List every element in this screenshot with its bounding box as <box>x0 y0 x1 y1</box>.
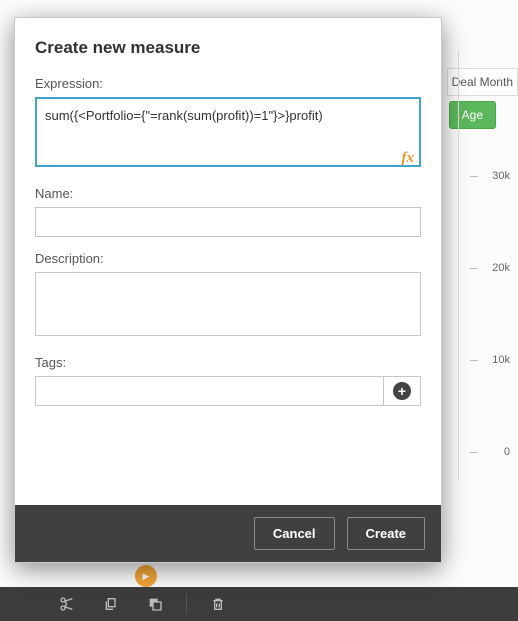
dialog-footer: Cancel Create <box>15 505 441 562</box>
expression-label: Expression: <box>35 76 421 91</box>
name-label: Name: <box>35 186 421 201</box>
fx-button[interactable]: fx <box>402 150 415 167</box>
plus-icon: + <box>393 382 411 400</box>
create-measure-dialog: Create new measure Expression: fx Name: … <box>14 17 442 563</box>
name-input[interactable] <box>35 207 421 237</box>
tags-input[interactable] <box>35 376 383 406</box>
add-tag-button[interactable]: + <box>383 376 421 406</box>
expression-input[interactable] <box>35 97 421 167</box>
description-label: Description: <box>35 251 421 266</box>
modal-overlay: Create new measure Expression: fx Name: … <box>0 0 518 621</box>
tags-label: Tags: <box>35 355 421 370</box>
create-button[interactable]: Create <box>347 517 425 550</box>
dialog-title: Create new measure <box>35 38 421 58</box>
description-input[interactable] <box>35 272 421 336</box>
cancel-button[interactable]: Cancel <box>254 517 335 550</box>
